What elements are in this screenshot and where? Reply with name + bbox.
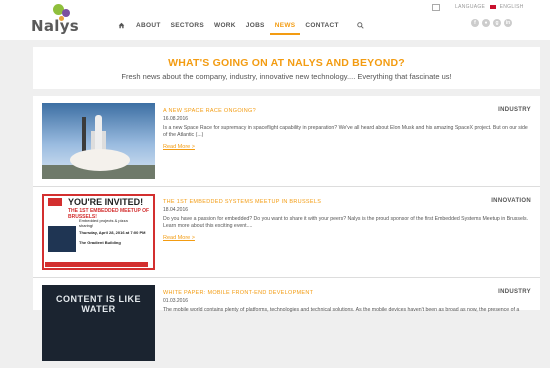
nav-about[interactable]: ABOUT (131, 15, 166, 35)
mail-icon[interactable] (432, 4, 440, 11)
article-excerpt: The mobile world contains plenty of plat… (163, 307, 520, 313)
invitation-line-3: The Gradient Building (79, 240, 121, 245)
nav-jobs[interactable]: JOBS (241, 15, 270, 35)
news-article: A NEW SPACE RACE ONGOING? 16.08.2016 IND… (33, 96, 540, 186)
invitation-photo (48, 226, 76, 252)
invitation-heading: YOU'RE INVITED! (68, 197, 144, 207)
rocket-smoke (70, 149, 130, 171)
article-thumbnail-rocket-launch[interactable] (42, 103, 155, 179)
rocket-body (95, 115, 102, 153)
google-plus-icon[interactable]: g (493, 19, 501, 27)
article-excerpt: Do you have a passion for embedded? Do y… (163, 216, 529, 229)
invitation-line-2: Thursday, April 28, 2016 at 7:00 PM (79, 230, 146, 235)
invitation-footer-bar (45, 262, 148, 267)
article-thumbnail-invitation[interactable]: YOU'RE INVITED! THE 1ST EMBEDDED MEETUP … (42, 194, 155, 270)
site-header: Nalys LANGUAGE ENGLISH ABOUT SECTORS WOR… (0, 0, 550, 40)
github-icon[interactable]: ● (482, 19, 490, 27)
language-label: LANGUAGE (455, 4, 486, 10)
language-selector[interactable]: LANGUAGE ENGLISH (455, 4, 524, 10)
nalys-logo[interactable]: Nalys (31, 3, 80, 37)
main-nav: ABOUT SECTORS WORK JOBS NEWS CONTACT (111, 15, 372, 35)
invitation-line-1: Embedded projects & pizza sharing! (79, 218, 128, 228)
article-date: 01.03.2016 (163, 298, 189, 304)
hero-subtitle: Fresh news about the company, industry, … (121, 72, 452, 81)
news-article: YOU'RE INVITED! THE 1ST EMBEDDED MEETUP … (33, 187, 540, 277)
nav-work[interactable]: WORK (209, 15, 241, 35)
water-heading: CONTENT IS LIKE WATER (55, 294, 141, 314)
article-title[interactable]: THE 1ST EMBEDDED SYSTEMS MEETUP IN BRUSS… (163, 199, 321, 205)
meetup-logo (48, 198, 62, 206)
read-more-link[interactable]: Read More > (163, 235, 195, 241)
article-category: INDUSTRY (498, 289, 531, 295)
article-date: 16.08.2016 (163, 116, 189, 122)
language-value: ENGLISH (499, 4, 524, 10)
article-excerpt: Is a new Space Race for supremacy in spa… (163, 125, 528, 138)
nav-news[interactable]: NEWS (269, 15, 301, 35)
social-links: f ● g in (471, 19, 512, 27)
home-icon[interactable] (111, 15, 131, 35)
news-article: CONTENT IS LIKE WATER WHITE PAPER: MOBIL… (33, 278, 540, 368)
article-category: INNOVATION (491, 198, 531, 204)
read-more-link[interactable]: Read More > (163, 144, 195, 150)
hero-title: WHAT'S GOING ON AT NALYS AND BEYOND? (168, 57, 405, 69)
nav-sectors[interactable]: SECTORS (166, 15, 209, 35)
news-list: A NEW SPACE RACE ONGOING? 16.08.2016 IND… (33, 96, 540, 361)
facebook-icon[interactable]: f (471, 19, 479, 27)
uk-flag-icon (489, 4, 496, 9)
linkedin-icon[interactable]: in (504, 19, 512, 27)
article-category: INDUSTRY (498, 107, 531, 113)
nav-contact[interactable]: CONTACT (300, 15, 343, 35)
article-title[interactable]: WHITE PAPER: MOBILE FRONT-END DEVELOPMEN… (163, 290, 313, 296)
article-date: 18.04.2016 (163, 207, 189, 213)
article-thumbnail-water[interactable]: CONTENT IS LIKE WATER (42, 285, 155, 361)
news-hero: WHAT'S GOING ON AT NALYS AND BEYOND? Fre… (33, 47, 540, 89)
search-icon[interactable] (350, 15, 372, 35)
logo-wordmark: Nalys (31, 17, 80, 35)
article-title[interactable]: A NEW SPACE RACE ONGOING? (163, 108, 256, 114)
